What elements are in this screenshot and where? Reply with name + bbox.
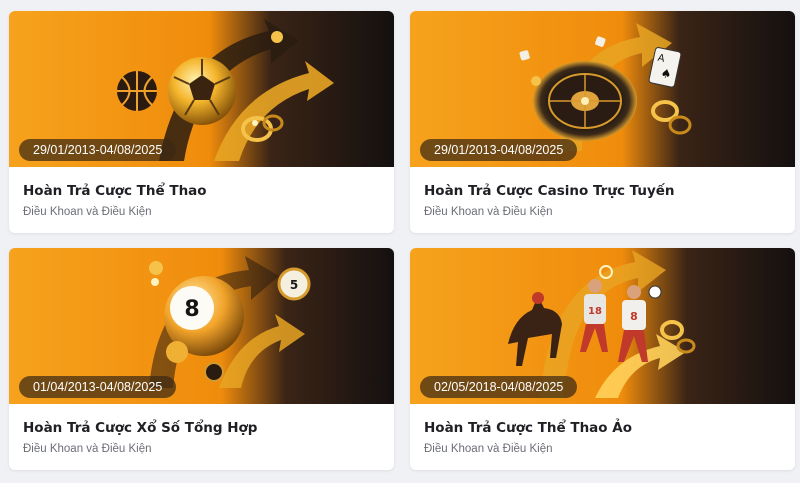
promo-date-range: 29/01/2013-04/08/2025 <box>420 139 578 161</box>
jersey-number-label: 8 <box>630 310 638 323</box>
promo-card-sports[interactable]: 29/01/2013-04/08/2025 Hoàn Trả Cược Thể … <box>9 11 394 233</box>
jersey-number-label: 18 <box>588 306 602 317</box>
promo-title[interactable]: Hoàn Trả Cược Thể Thao Ảo <box>424 419 781 437</box>
promo-date-range: 02/05/2018-04/08/2025 <box>420 376 578 398</box>
ball-number-label: 8 <box>184 297 199 322</box>
promo-card-casino[interactable]: A ♠ 29/01/2013-04/08/2025 Hoàn Trả Cược … <box>410 11 795 233</box>
promo-title[interactable]: Hoàn Trả Cược Casino Trực Tuyến <box>424 182 781 200</box>
promo-banner-sports[interactable]: 29/01/2013-04/08/2025 <box>9 11 394 167</box>
terms-link[interactable]: Điều Khoan và Điều Kiện <box>23 442 380 457</box>
terms-link[interactable]: Điều Khoan và Điều Kiện <box>424 205 781 220</box>
terms-link[interactable]: Điều Khoan và Điều Kiện <box>23 205 380 220</box>
promo-banner-casino[interactable]: A ♠ 29/01/2013-04/08/2025 <box>410 11 795 167</box>
promo-card-virtual-sports[interactable]: 18 8 02/05/2018-04/08/2025 Hoàn Trả Cược… <box>410 248 795 470</box>
promo-date-range: 01/04/2013-04/08/2025 <box>19 376 177 398</box>
promo-banner-lottery[interactable]: 8 5 01/04/2013-04/08/2025 <box>9 248 394 404</box>
promo-date-range: 29/01/2013-04/08/2025 <box>19 139 177 161</box>
promo-title[interactable]: Hoàn Trả Cược Thể Thao <box>23 182 380 200</box>
ball-number-label: 5 <box>290 278 298 292</box>
promo-banner-virtual-sports[interactable]: 18 8 02/05/2018-04/08/2025 <box>410 248 795 404</box>
promo-card-lottery[interactable]: 8 5 01/04/2013-04/08/2025 Hoàn Trả Cược … <box>9 248 394 470</box>
terms-link[interactable]: Điều Khoan và Điều Kiện <box>424 442 781 457</box>
promo-title[interactable]: Hoàn Trả Cược Xổ Số Tổng Hợp <box>23 419 380 437</box>
